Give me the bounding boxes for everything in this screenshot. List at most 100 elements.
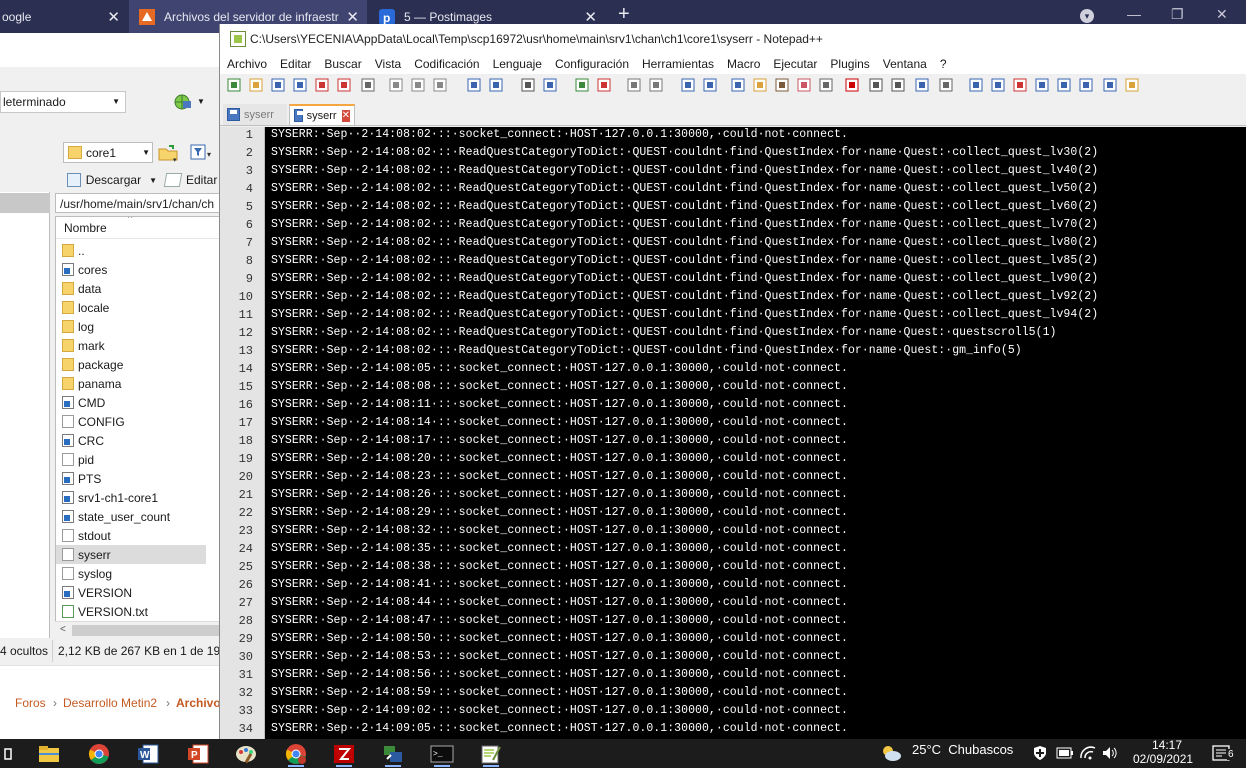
chrome-profile-icon[interactable] [279,739,313,768]
list-item[interactable]: locale [56,298,221,317]
menu-item[interactable]: Editar [280,57,311,71]
redo-icon[interactable] [488,77,504,93]
directory-combo[interactable]: core1 ▼ [63,142,153,163]
weather-cloud-icon[interactable] [880,744,902,762]
menu-item[interactable]: Buscar [324,57,361,71]
editor-line[interactable]: 6 SYSERR:·Sep··2·14:08:02·::·ReadQuestCat… [220,217,1246,235]
menu-item[interactable]: Codificación [414,57,479,71]
scrollbar-thumb[interactable] [72,625,220,636]
list-item[interactable]: syslog [56,564,221,583]
plugin-icon-2[interactable] [990,77,1006,93]
weather-text[interactable]: 25°C Chubascos [912,742,1013,757]
editor-line[interactable]: 31 SYSERR:·Sep··2·14:08:56·::·socket_conn… [220,667,1246,685]
record-macro-icon[interactable] [844,77,860,93]
winscp-icon[interactable] [376,739,410,768]
save-macro-icon[interactable] [938,77,954,93]
find-icon[interactable] [520,77,536,93]
stop-macro-icon[interactable] [868,77,884,93]
menu-item[interactable]: Ejecutar [773,57,817,71]
browser-tab-google[interactable]: oogle ✕ [0,0,128,33]
remote-file-list[interactable]: Nombre ^ .. cores data locale log mark package… [55,216,222,638]
editor-line[interactable]: 22 SYSERR:·Sep··2·14:08:29·::·socket_conn… [220,505,1246,523]
sync-horizontal-icon[interactable] [648,77,664,93]
clock-date[interactable]: 02/09/2021 [1133,752,1193,766]
security-shield-icon[interactable] [1032,745,1048,761]
run-macro-multiple-icon[interactable] [914,77,930,93]
list-item[interactable]: CRC [56,431,221,450]
battery-icon[interactable] [1056,747,1074,759]
editor-line[interactable]: 26 SYSERR:·Sep··2·14:08:41·::·socket_conn… [220,577,1246,595]
down-arrow-icon[interactable] [1078,77,1094,93]
editor-line[interactable]: 30 SYSERR:·Sep··2·14:08:53·::·socket_conn… [220,649,1246,667]
plugin-icon-1[interactable] [968,77,984,93]
tab-search-dropdown-icon[interactable]: ▾ [1080,9,1094,23]
menu-item[interactable]: Plugins [830,57,869,71]
list-item[interactable]: package [56,355,221,374]
editor-line[interactable]: 23 SYSERR:·Sep··2·14:08:32·::·socket_conn… [220,523,1246,541]
up-arrow-icon[interactable] [1056,77,1072,93]
editor-line[interactable]: 11 SYSERR:·Sep··2·14:08:02·::·ReadQuestCa… [220,307,1246,325]
indent-guide-icon[interactable] [730,77,746,93]
breadcrumb-item-archivos[interactable]: Archivo [176,696,221,710]
menu-item[interactable]: Configuración [555,57,629,71]
function-list-icon[interactable] [774,77,790,93]
editor-line[interactable]: 2 SYSERR:·Sep··2·14:08:02·::·ReadQuestCat… [220,145,1246,163]
paint-icon[interactable] [229,739,263,768]
word-icon[interactable]: W [131,739,165,768]
editor-line[interactable]: 5 SYSERR:·Sep··2·14:08:02·::·ReadQuestCat… [220,199,1246,217]
list-item[interactable]: data [56,279,221,298]
powerpoint-icon[interactable]: P [181,739,215,768]
plugin-icon-4[interactable] [1034,77,1050,93]
remote-path-field[interactable]: /usr/home/main/srv1/chan/ch [55,193,222,213]
sync-globe-icon[interactable] [172,93,192,111]
list-item[interactable]: CONFIG [56,412,221,431]
close-tab-icon[interactable]: ✕ [341,109,350,122]
menu-item[interactable]: Ventana [883,57,927,71]
copy-icon[interactable] [410,77,426,93]
open-file-icon[interactable] [248,77,264,93]
column-header-name[interactable]: Nombre ^ [56,217,221,239]
list-item[interactable]: .. [56,241,221,260]
list-item[interactable]: VERSION [56,583,221,602]
editor-line[interactable]: 18 SYSERR:·Sep··2·14:08:17·::·socket_conn… [220,433,1246,451]
list-item[interactable]: panama [56,374,221,393]
list-item[interactable]: VERSION.txt [56,602,221,621]
folder-workspace-icon[interactable] [796,77,812,93]
menu-item[interactable]: Archivo [227,57,267,71]
list-item[interactable]: log [56,317,221,336]
doc-tab-syserr-2[interactable]: syserr ✕ [289,104,355,125]
new-tab-button[interactable]: + [618,3,630,26]
editor-line[interactable]: 21 SYSERR:·Sep··2·14:08:26·::·socket_conn… [220,487,1246,505]
minimize-icon[interactable]: — [1127,6,1141,22]
scroll-left-icon[interactable]: < [60,624,66,635]
monitoring-icon[interactable] [818,77,834,93]
editor-line[interactable]: 33 SYSERR:·Sep··2·14:09:02·::·socket_conn… [220,703,1246,721]
list-item[interactable]: srv1-ch1-core1 [56,488,221,507]
editor-line[interactable]: 12 SYSERR:·Sep··2·14:08:02·::·ReadQuestCa… [220,325,1246,343]
editor-line[interactable]: 13 SYSERR:·Sep··2·14:08:02·::·ReadQuestCa… [220,343,1246,361]
list-item[interactable]: cores [56,260,221,279]
editor-line[interactable]: 9 SYSERR:·Sep··2·14:08:02·::·ReadQuestCat… [220,271,1246,289]
editor-line[interactable]: 20 SYSERR:·Sep··2·14:08:23·::·socket_conn… [220,469,1246,487]
doc-tab-syserr-1[interactable]: syserr [223,104,287,125]
editor-line[interactable]: 15 SYSERR:·Sep··2·14:08:08·::·socket_conn… [220,379,1246,397]
word-wrap-icon[interactable] [680,77,696,93]
undo-icon[interactable] [466,77,482,93]
show-all-chars-icon[interactable] [702,77,718,93]
editor-line[interactable]: 28 SYSERR:·Sep··2·14:08:47·::·socket_conn… [220,613,1246,631]
menu-item[interactable]: Lenguaje [493,57,542,71]
editor-line[interactable]: 4 SYSERR:·Sep··2·14:08:02·::·ReadQuestCat… [220,181,1246,199]
plugin-icon-5[interactable] [1102,77,1118,93]
menu-item[interactable]: Herramientas [642,57,714,71]
filter-icon[interactable]: ▾ [190,143,214,163]
editor-line[interactable]: 34 SYSERR:·Sep··2·14:09:05·::·socket_conn… [220,721,1246,739]
list-item[interactable]: CMD [56,393,221,412]
menu-item[interactable]: ? [940,57,947,71]
breadcrumb-item-foros[interactable]: Foros [15,696,46,710]
list-item[interactable]: state_user_count [56,507,221,526]
terminal-icon[interactable]: >_ [425,739,459,768]
menu-item[interactable]: Macro [727,57,760,71]
window-close-icon[interactable]: ✕ [1216,6,1228,23]
list-item[interactable]: syserr [56,545,206,564]
zoom-in-icon[interactable] [574,77,590,93]
